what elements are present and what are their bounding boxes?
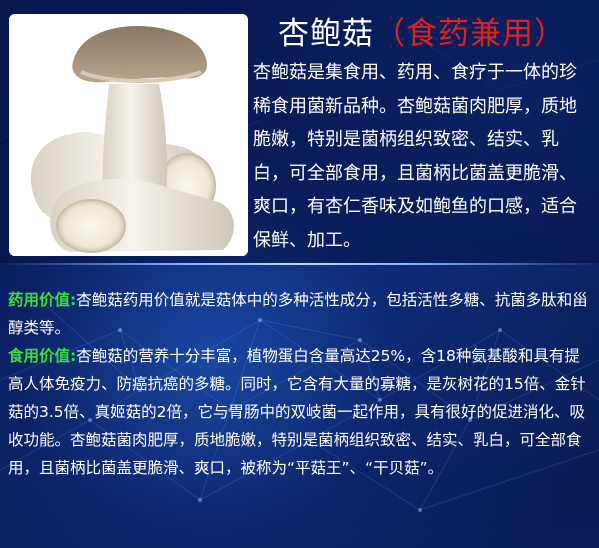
- medicinal-value-text: 杏鲍菇药用价值就是菇体中的多种活性成分，包括活性多糖、抗菌多肽和甾醇类等。: [8, 291, 588, 337]
- intro-paragraph: 杏鲍菇是集食用、药用、食疗于一体的珍稀食用菌新品种。杏鲍菇菌肉肥厚，质地脆嫩，特…: [253, 62, 577, 251]
- edible-value-label: 食用价值:: [8, 347, 77, 365]
- edible-value-text: 杏鲍菇的营养十分丰富，植物蛋白含量高达25%，含18种氨基酸和具有提高人体免疫力…: [8, 347, 586, 477]
- medicinal-value-label: 药用价值:: [8, 291, 77, 309]
- title-text: 杏鲍菇: [278, 16, 374, 52]
- value-section: 药用价值:杏鲍菇药用价值就是菇体中的多种活性成分，包括活性多糖、抗菌多肽和甾醇类…: [8, 286, 592, 482]
- title-open-paren: （: [374, 16, 406, 52]
- title-tag: 食药兼用: [406, 16, 534, 52]
- medicinal-value-paragraph: 药用价值:杏鲍菇药用价值就是菇体中的多种活性成分，包括活性多糖、抗菌多肽和甾醇类…: [8, 286, 592, 342]
- page: 杏鲍菇（食药兼用） 杏鲍菇是集食用、药用、食疗于一体的珍稀食用菌新品种。杏鲍菇菌…: [0, 0, 599, 548]
- page-title: 杏鲍菇（食药兼用）: [278, 10, 566, 58]
- mushroom-photo: [9, 14, 248, 256]
- section-divider: [0, 263, 599, 265]
- title-close-paren: ）: [534, 16, 566, 52]
- edible-value-paragraph: 食用价值:杏鲍菇的营养十分丰富，植物蛋白含量高达25%，含18种氨基酸和具有提高…: [8, 342, 592, 482]
